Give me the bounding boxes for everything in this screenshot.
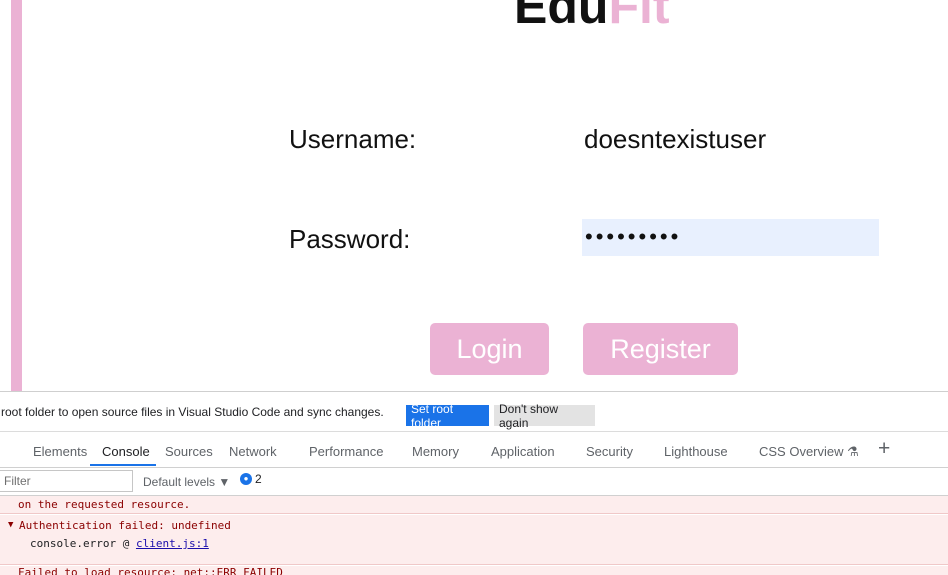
console-filterbar: Filter Default levels ▼ ● 2 <box>0 468 948 496</box>
login-button[interactable]: Login <box>430 323 549 375</box>
console-stack-frame: console.error @ client.js:1 <box>30 537 209 550</box>
active-tab-indicator <box>90 464 156 466</box>
app-logo: EduFit <box>514 0 670 36</box>
default-levels-dropdown[interactable]: Default levels ▼ <box>143 475 230 489</box>
devtools-infobar: root folder to open source files in Visu… <box>0 391 948 432</box>
logo-text-dark: Edu <box>514 0 609 34</box>
tab-security[interactable]: Security <box>586 444 633 459</box>
console-log: on the requested resource. ▼ Authenticat… <box>0 496 948 575</box>
console-line: on the requested resource. <box>18 498 191 511</box>
message-icon: ● <box>240 473 252 485</box>
set-root-folder-button[interactable]: Set root folder <box>406 402 489 430</box>
tab-performance[interactable]: Performance <box>309 444 383 459</box>
tab-css-overview[interactable]: CSS Overview ⚗ <box>759 444 859 460</box>
register-button[interactable]: Register <box>583 323 738 375</box>
password-field[interactable]: ••••••••• <box>582 219 879 256</box>
tab-lighthouse[interactable]: Lighthouse <box>664 444 728 459</box>
tab-elements[interactable]: Elements <box>33 444 87 459</box>
source-link[interactable]: client.js:1 <box>136 537 209 550</box>
console-entry: ▼ Authentication failed: undefined conso… <box>0 515 948 565</box>
password-masked-value: ••••••••• <box>585 224 682 249</box>
devtools-panel: root folder to open source files in Visu… <box>0 391 948 575</box>
console-entry: on the requested resource. <box>0 496 948 514</box>
message-count[interactable]: 2 <box>255 472 262 486</box>
tab-network[interactable]: Network <box>229 444 277 459</box>
logo-text-accent: Fit <box>608 0 670 34</box>
username-field[interactable]: doesntexistuser <box>584 124 766 155</box>
console-entry: Failed to load resource: net::ERR_FAILED <box>0 566 948 575</box>
add-tab-icon[interactable]: + <box>878 437 890 461</box>
tab-console[interactable]: Console <box>102 444 150 459</box>
console-error-message: Authentication failed: undefined <box>19 519 231 532</box>
tab-application[interactable]: Application <box>491 444 555 459</box>
tab-memory[interactable]: Memory <box>412 444 459 459</box>
app-viewport: EduFit Username: doesntexistuser Passwor… <box>0 0 948 391</box>
dont-show-again-button[interactable]: Don't show again <box>494 402 595 430</box>
console-line: Failed to load resource: net::ERR_FAILED <box>18 566 283 575</box>
devtools-tabbar: Elements Console Sources Network Perform… <box>0 432 948 468</box>
password-label: Password: <box>289 224 411 254</box>
infobar-message: root folder to open source files in Visu… <box>1 405 384 419</box>
console-filter-input[interactable]: Filter <box>0 470 133 492</box>
tab-sources[interactable]: Sources <box>165 444 213 459</box>
accent-strip <box>11 0 22 391</box>
stack-frame-text: console.error @ <box>30 537 136 550</box>
expand-arrow-icon[interactable]: ▼ <box>8 520 13 530</box>
username-label: Username: <box>289 124 417 154</box>
